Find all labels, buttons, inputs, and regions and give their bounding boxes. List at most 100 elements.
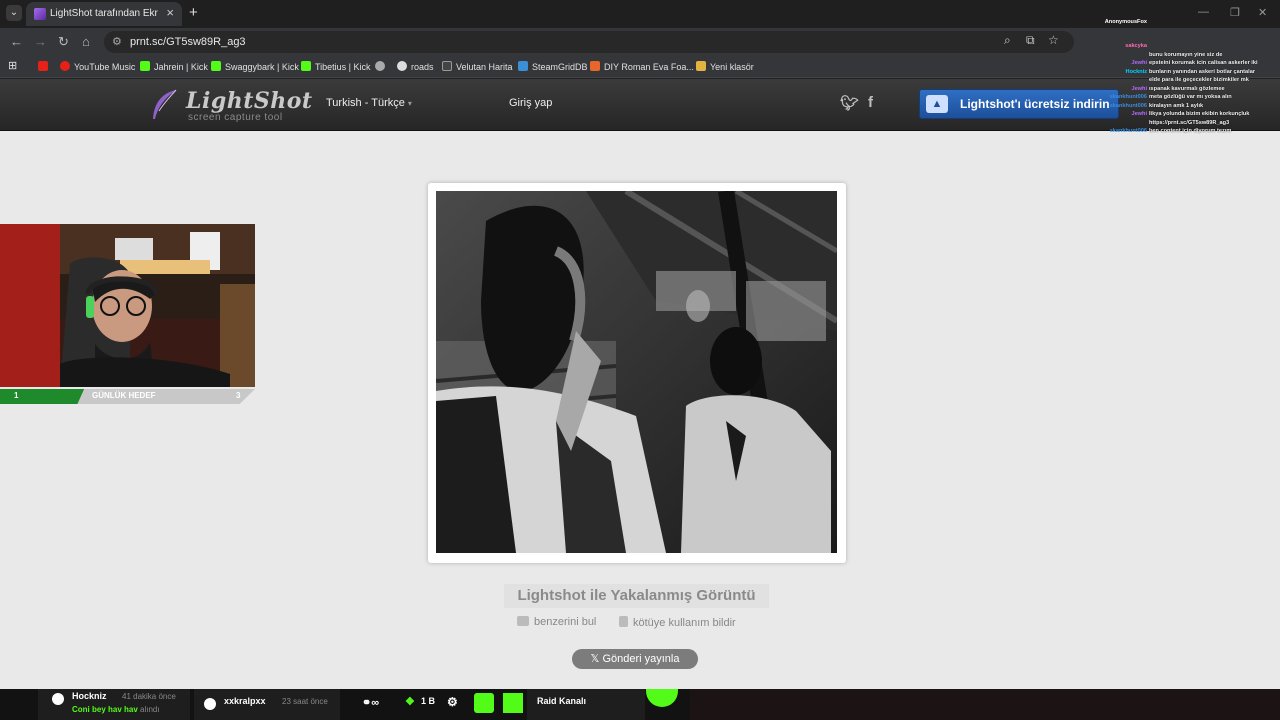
- browser-tab-bar: ⌄ LightShot tarafından Ekran Görüntüsü ×…: [0, 0, 1280, 28]
- language-selector[interactable]: Turkish - Türkçe ▾: [326, 97, 412, 109]
- raid-panel[interactable]: Raid Kanalı: [527, 689, 645, 720]
- kick-app-icon[interactable]: [474, 693, 494, 713]
- back-arrow-icon[interactable]: ←: [10, 34, 23, 49]
- user-avatar-icon: [204, 698, 216, 710]
- chat-username: Hockniz: [1125, 68, 1147, 75]
- webcam-feed: [0, 224, 255, 387]
- roads-icon: [397, 61, 407, 71]
- chat-text: epsteini korumak icin calisan askerler i…: [1149, 60, 1258, 66]
- bookmark-globe[interactable]: [375, 61, 389, 72]
- reload-icon[interactable]: ↻: [58, 34, 69, 50]
- steamgriddb-icon: [518, 61, 528, 71]
- kick-icon: [301, 61, 311, 71]
- go-live-button[interactable]: [503, 693, 523, 713]
- event-card-2: xxkralpxx 23 saat önce: [194, 689, 340, 720]
- event-action: alındı: [140, 705, 160, 714]
- post-to-x-button[interactable]: 𝕏 Gönderi yayınla: [572, 649, 698, 669]
- chat-text: elde para ile geçecekler bizimkiler mk: [1149, 77, 1249, 83]
- bookmark-label: YouTube Music: [74, 62, 136, 72]
- etsy-icon: [590, 61, 600, 71]
- event-card-1: Hockniz 41 dakika önce Coni bey hav hav …: [38, 689, 190, 720]
- stream-chat-overlay: AnonymousFox sakcyka bunu korumayın yine …: [1095, 16, 1280, 196]
- bookmark-steamgriddb[interactable]: SteamGridDB: [518, 61, 588, 72]
- background-overlay: [690, 689, 1280, 720]
- url-text: prnt.sc/GT5sw89R_ag3: [130, 36, 246, 48]
- chat-message: elde para ile geçecekler bizimkiler mk: [1095, 76, 1280, 84]
- viewer-count: 1 B: [421, 696, 436, 706]
- kick-icon: [140, 61, 150, 71]
- chat-username: Jewhi: [1131, 85, 1147, 92]
- bookmark-tibetius[interactable]: Tibetius | Kick: [301, 61, 371, 72]
- twitter-icon[interactable]: 🐦︎: [840, 94, 859, 112]
- home-icon[interactable]: ⌂: [82, 34, 90, 49]
- tab-close-icon[interactable]: ×: [166, 5, 174, 20]
- tab-title: LightShot tarafından Ekran Görüntüsü: [50, 8, 158, 19]
- bookmark-jahrein[interactable]: Jahrein | Kick: [140, 61, 208, 72]
- x-logo-icon: 𝕏: [590, 653, 603, 665]
- login-link[interactable]: Giriş yap: [509, 97, 552, 109]
- webcam-overlay: [0, 224, 255, 387]
- raid-label: Raid Kanalı: [537, 696, 587, 706]
- find-similar-link[interactable]: benzerini bul: [517, 616, 596, 628]
- download-button[interactable]: ▲ Lightshot'ı ücretsiz indirin: [919, 89, 1119, 119]
- address-bar[interactable]: ⚙ prnt.sc/GT5sw89R_ag3: [104, 31, 1074, 53]
- settings-gear-icon[interactable]: ⚙: [447, 695, 458, 709]
- site-info-icon[interactable]: ⚙: [112, 35, 122, 48]
- bookmark-label: SteamGridDB: [532, 62, 588, 72]
- bookmark-label: roads: [411, 62, 434, 72]
- zoom-icon[interactable]: ⌕: [1004, 33, 1011, 48]
- report-abuse-link[interactable]: kötüye kullanım bildir: [619, 616, 736, 629]
- chat-username: skankhunt006: [1109, 128, 1147, 134]
- chat-message: skankhunt006 ben content için diyorum tez…: [1095, 127, 1280, 135]
- report-icon: [619, 616, 628, 627]
- lightshot-tagline: screen capture tool: [188, 112, 283, 123]
- browser-tab[interactable]: LightShot tarafından Ekran Görüntüsü ×: [26, 2, 182, 26]
- bookmark-roads[interactable]: roads: [397, 61, 434, 72]
- new-tab-button[interactable]: +: [189, 4, 198, 21]
- bookmark-velutan[interactable]: Velutan Harita: [442, 61, 513, 72]
- bookmark-label: Jahrein | Kick: [154, 62, 208, 72]
- daily-goal-progress: [0, 389, 85, 404]
- bookmark-label: DIY Roman Eva Foa...: [604, 62, 694, 72]
- kick-logo-icon: ❖: [405, 696, 415, 708]
- event-user: Hockniz: [72, 691, 107, 701]
- find-similar-label: benzerini bul: [534, 616, 597, 628]
- apps-grid-icon[interactable]: ⊞: [8, 59, 17, 72]
- install-app-icon[interactable]: ⧉: [1026, 33, 1035, 48]
- lightshot-header: LightShot screen capture tool Turkish - …: [0, 79, 1280, 131]
- bookmark-star-icon[interactable]: ☆: [1048, 33, 1059, 47]
- forward-arrow-icon[interactable]: →: [34, 34, 47, 49]
- camera-icon: [517, 616, 529, 626]
- chat-username: AnonymousFox: [1104, 19, 1147, 25]
- chat-text: bunların yanından askeri botlar çantalar: [1149, 68, 1256, 75]
- stream-bottom-bar: Hockniz 41 dakika önce Coni bey hav hav …: [0, 689, 1280, 720]
- screenshot-photo: [436, 191, 837, 553]
- lightshot-logo[interactable]: LightShot: [186, 88, 313, 114]
- lightshot-page-body: Lightshot ile Yakalanmış Görüntü benzeri…: [0, 131, 1280, 689]
- bookmark-diy-roman[interactable]: DIY Roman Eva Foa...: [590, 61, 694, 72]
- event-time: 41 dakika önce: [122, 692, 176, 701]
- facebook-icon[interactable]: f: [868, 94, 873, 111]
- event-message: Coni bey hav hav: [72, 705, 138, 714]
- bookmark-youtube-music[interactable]: YouTube Music: [60, 61, 135, 72]
- spotify-icon[interactable]: [646, 689, 678, 707]
- infinity-icon[interactable]: ⚭∞: [362, 696, 379, 709]
- report-abuse-label: kötüye kullanım bildir: [633, 617, 736, 629]
- bookmark-yeni-klasor[interactable]: Yeni klasör: [696, 61, 754, 72]
- tab-search-menu-button[interactable]: ⌄: [6, 5, 22, 21]
- chat-message: bunu korumayın yine siz de: [1095, 51, 1280, 59]
- youtube-icon: [38, 61, 48, 71]
- language-label: Turkish - Türkçe: [326, 97, 405, 109]
- chat-text: ben content için diyorum tezım: [1149, 128, 1232, 134]
- feather-logo-icon: [153, 89, 177, 119]
- event-user: xxkralpxx: [224, 696, 266, 706]
- bookmark-youtube[interactable]: [38, 61, 52, 72]
- screenshot-image[interactable]: [436, 191, 837, 553]
- chat-username: Jewhi: [1131, 60, 1147, 66]
- chat-text: kiralayın amk 1 aylık: [1149, 102, 1204, 109]
- bookmark-label: Yeni klasör: [710, 62, 754, 72]
- chat-username: skankhunt006: [1109, 94, 1147, 100]
- bookmark-swaggybark[interactable]: Swaggybark | Kick: [211, 61, 299, 72]
- bookmarks-bar: ⊞ YouTube Music Jahrein | Kick Swaggybar…: [0, 56, 1280, 78]
- chat-text: likya yolunda bizim ekibin korkunçluk: [1149, 111, 1250, 117]
